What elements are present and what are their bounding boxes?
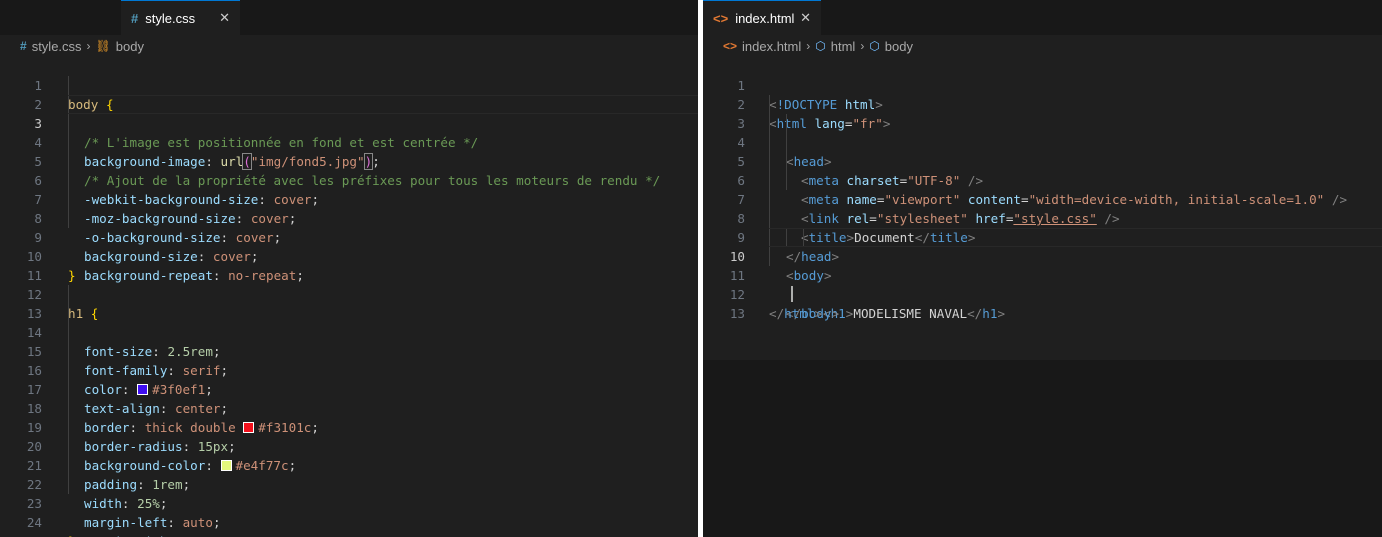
right-tab-bar: <> index.html ✕ bbox=[703, 0, 1382, 35]
editor-empty-area bbox=[703, 360, 1382, 537]
indent-guide bbox=[68, 190, 69, 209]
tab-label: style.css bbox=[145, 10, 196, 26]
line-number: 13 bbox=[729, 306, 745, 321]
left-tab-bar: # style.css ✕ bbox=[0, 0, 698, 35]
indent-guide bbox=[68, 380, 69, 399]
code-line[interactable]: 8 background-size: cover; bbox=[0, 190, 698, 264]
code-line[interactable]: 4 <meta charset="UTF-8" /> bbox=[703, 114, 1382, 188]
css-editor-pane[interactable]: # style.css ✕ # style.css › ⛓ body 1 bod… bbox=[0, 0, 698, 537]
line-number: 25 bbox=[0, 532, 42, 537]
code-line[interactable]: 3 <head> bbox=[703, 95, 1382, 169]
code-line[interactable]: 13 font-size: 2.5rem; bbox=[0, 285, 698, 359]
cube-icon: ⬡ bbox=[869, 39, 880, 53]
code-line[interactable]: 4 /* Ajout de la propriété avec les préf… bbox=[0, 114, 698, 188]
code-line[interactable]: 17 border: thick double #f3101c; bbox=[0, 361, 698, 435]
code-line[interactable]: 7 <title>Document</title> bbox=[703, 171, 1382, 245]
code-line[interactable]: 14 font-family: serif; bbox=[0, 304, 698, 378]
indent-guide bbox=[68, 114, 69, 133]
code-line[interactable]: 13 bbox=[703, 285, 1382, 321]
code-line[interactable]: 22 margin-left: auto; bbox=[0, 456, 698, 530]
code-line[interactable]: 6 <link rel="stylesheet" href="style.css… bbox=[703, 152, 1382, 226]
code-line[interactable]: 12 </html> bbox=[703, 266, 1382, 321]
code-line[interactable]: 21 width: 25%; bbox=[0, 437, 698, 511]
indent-guide bbox=[68, 304, 69, 323]
indent-guide bbox=[68, 133, 69, 152]
breadcrumb: <> index.html › ⬡ html › ⬡ body bbox=[703, 35, 1382, 57]
code-line[interactable]: 1 body { bbox=[0, 57, 698, 112]
code-line[interactable]: 5 -webkit-background-size: cover; bbox=[0, 133, 698, 207]
indent-guide bbox=[68, 209, 69, 228]
code-line[interactable]: 2 <html lang="fr"> bbox=[703, 76, 1382, 131]
html-file-icon: <> bbox=[723, 39, 738, 53]
indent-guide bbox=[68, 437, 69, 456]
breadcrumb-symbol[interactable]: body bbox=[116, 39, 144, 54]
breadcrumb: # style.css › ⛓ body bbox=[0, 35, 698, 57]
close-icon[interactable]: ✕ bbox=[219, 10, 230, 26]
code-line-active[interactable]: 10 <h1>MODELISME NAVAL</h1> bbox=[703, 228, 1382, 321]
close-icon[interactable]: ✕ bbox=[800, 10, 811, 26]
indent-guide bbox=[68, 475, 69, 494]
code-line-active[interactable]: 3 background-image: url("img/fond5.jpg")… bbox=[0, 95, 698, 170]
code-line[interactable]: 23 margin-right: auto; bbox=[0, 475, 698, 537]
code-line[interactable]: 19 background-color: #e4f77c; bbox=[0, 399, 698, 473]
code-line[interactable]: 6 -moz-background-size: cover; bbox=[0, 152, 698, 226]
indent-guide bbox=[68, 418, 69, 437]
code-line[interactable]: 12 h1 { bbox=[0, 266, 698, 321]
chevron-right-icon: › bbox=[860, 39, 865, 53]
code-line[interactable]: 11 bbox=[0, 247, 698, 283]
indent-guide bbox=[68, 342, 69, 361]
indent-guide bbox=[68, 152, 69, 171]
tab-label: index.html bbox=[735, 10, 795, 26]
chevron-right-icon: › bbox=[86, 39, 91, 53]
indent-guide bbox=[68, 323, 69, 342]
breadcrumb-file[interactable]: index.html bbox=[742, 39, 801, 54]
code-line[interactable]: 1 <!DOCTYPE html> bbox=[703, 57, 1382, 112]
code-editor[interactable]: 1 body { 2 /* L'image est positionnée en… bbox=[0, 57, 698, 537]
css-file-icon: # bbox=[131, 10, 139, 26]
code-line[interactable]: 15 color: #3f0ef1; bbox=[0, 323, 698, 397]
code-line[interactable]: 24 } bbox=[0, 494, 698, 537]
indent-guide bbox=[68, 456, 69, 475]
code-line[interactable]: 25 bbox=[0, 513, 698, 537]
code-line[interactable]: 9 background-repeat: no-repeat; bbox=[0, 209, 698, 283]
code-line[interactable]: 18 border-radius: 15px; bbox=[0, 380, 698, 454]
indent-guide bbox=[68, 399, 69, 418]
tab-index-html[interactable]: <> index.html ✕ bbox=[703, 0, 821, 35]
html-file-icon: <> bbox=[713, 10, 729, 26]
code-line[interactable]: 2 /* L'image est positionnée en fond et … bbox=[0, 76, 698, 150]
indent-guide bbox=[68, 361, 69, 380]
code-line[interactable]: 11 </body> bbox=[703, 247, 1382, 321]
chevron-right-icon: › bbox=[806, 39, 811, 53]
indent-guide bbox=[68, 285, 69, 304]
css-selector-icon: ⛓ bbox=[95, 39, 111, 53]
breadcrumb-file[interactable]: style.css bbox=[32, 39, 82, 54]
css-file-icon: # bbox=[20, 39, 27, 53]
code-line[interactable]: 8 </head> bbox=[703, 190, 1382, 264]
indent-guide bbox=[68, 171, 69, 190]
indent-guide bbox=[68, 76, 69, 95]
code-line[interactable]: 9 <body> bbox=[703, 209, 1382, 283]
indent-guide bbox=[68, 95, 69, 114]
breadcrumb-symbol[interactable]: body bbox=[885, 39, 913, 54]
code-line[interactable]: 7 -o-background-size: cover; bbox=[0, 171, 698, 245]
code-line[interactable]: 20 padding: 1rem; bbox=[0, 418, 698, 492]
tab-style-css[interactable]: # style.css ✕ bbox=[121, 0, 240, 35]
cube-icon: ⬡ bbox=[815, 39, 826, 53]
close-brace: } bbox=[68, 532, 76, 537]
code-line[interactable]: 5 <meta name="viewport" content="width=d… bbox=[703, 133, 1382, 207]
code-editor[interactable]: 1 <!DOCTYPE html> 2 <html lang="fr"> 3 <… bbox=[703, 57, 1382, 321]
code-line[interactable]: 16 text-align: center; bbox=[0, 342, 698, 416]
code-line[interactable]: 10 } bbox=[0, 228, 698, 283]
breadcrumb-symbol[interactable]: html bbox=[831, 39, 856, 54]
